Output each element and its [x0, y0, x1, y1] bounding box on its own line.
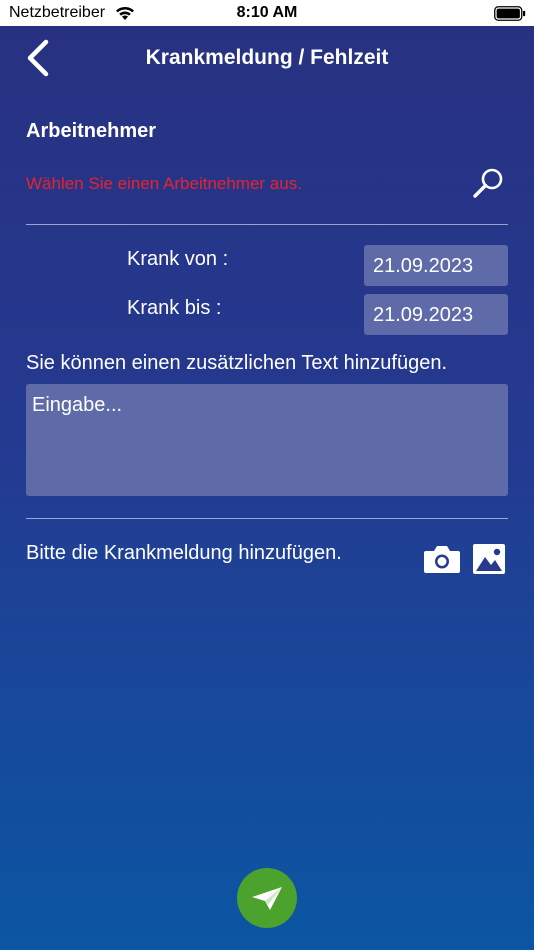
battery-icon — [494, 6, 526, 21]
sick-to-date-field[interactable]: 21.09.2023 — [364, 294, 508, 335]
employee-section-title: Arbeitnehmer — [26, 120, 157, 142]
page-title: Krankmeldung / Fehlzeit — [145, 46, 389, 69]
image-icon — [473, 544, 505, 574]
camera-icon — [424, 546, 460, 573]
status-bar: Netzbetreiber 8:10 AM — [0, 0, 534, 26]
send-button[interactable] — [237, 868, 297, 928]
sick-to-label: Krank bis : — [127, 297, 222, 319]
sick-from-label: Krank von : — [127, 248, 229, 270]
search-icon — [473, 168, 503, 198]
employee-search-button[interactable] — [470, 166, 508, 202]
clock: 8:10 AM — [236, 4, 298, 21]
note-hint: Sie können einen zusätzlichen Text hinzu… — [26, 352, 448, 374]
employee-select-prompt[interactable]: Wählen Sie einen Arbeitnehmer aus. — [26, 174, 302, 194]
divider — [26, 518, 508, 519]
attachment-hint: Bitte die Krankmeldung hinzufügen. — [26, 542, 342, 564]
note-input[interactable]: Eingabe... — [26, 384, 508, 496]
back-button[interactable] — [22, 38, 58, 80]
divider — [26, 224, 508, 225]
sick-note-screen: Krankmeldung / Fehlzeit Arbeitnehmer Wäh… — [0, 26, 534, 950]
sick-from-date-field[interactable]: 21.09.2023 — [364, 245, 508, 286]
camera-button[interactable] — [423, 542, 461, 576]
gallery-button[interactable] — [472, 542, 506, 576]
paper-plane-icon — [252, 887, 282, 910]
chevron-left-icon — [27, 39, 49, 77]
